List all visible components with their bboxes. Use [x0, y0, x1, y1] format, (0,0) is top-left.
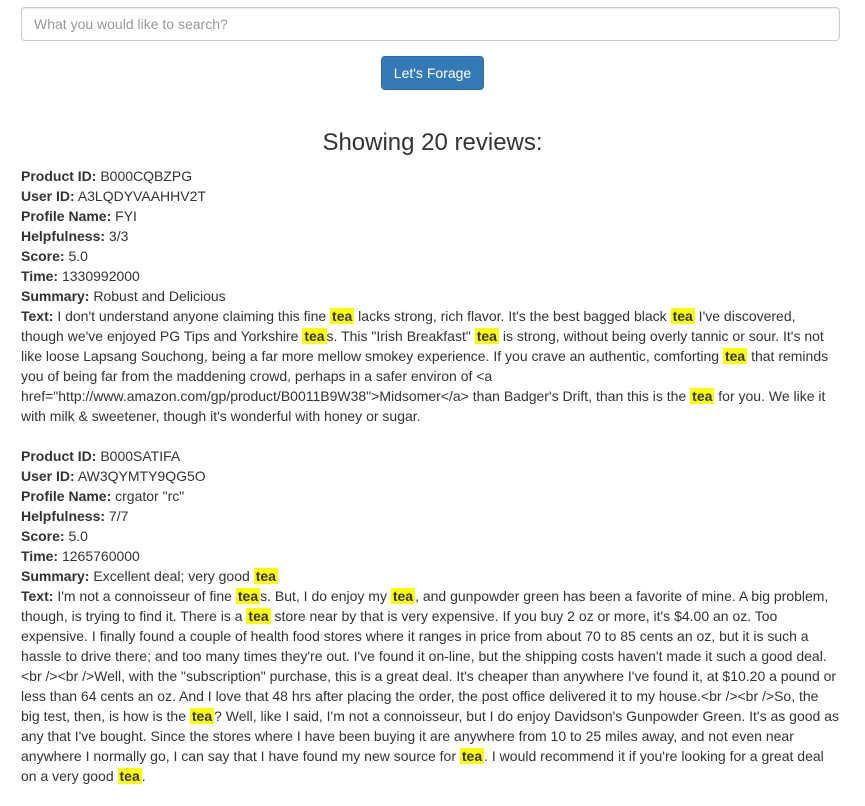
user-id-label: User ID:	[21, 188, 75, 204]
helpfulness-value: 7/7	[108, 508, 129, 524]
button-row: Let's Forage	[0, 56, 865, 90]
reviews-list: Product ID: B000CQBZPG User ID: A3LQDYVA…	[21, 166, 841, 806]
summary-label: Summary:	[21, 288, 90, 304]
search-term-highlight: tea	[459, 748, 485, 764]
time-row: Time: 1330992000	[21, 266, 841, 286]
time-row: Time: 1265760000	[21, 546, 841, 566]
user-id-row: User ID: AW3QYMTY9QG5O	[21, 466, 841, 486]
user-id-value: A3LQDYVAAHHV2T	[77, 188, 206, 204]
search-term-highlight: tea	[670, 308, 695, 324]
text-label: Text:	[21, 308, 54, 324]
text-label: Text:	[21, 588, 54, 604]
search-input[interactable]	[21, 7, 840, 41]
score-label: Score:	[21, 528, 65, 544]
search-term-highlight: tea	[117, 768, 142, 784]
search-bar	[21, 7, 840, 41]
summary-value: Robust and Delicious	[93, 288, 226, 304]
score-label: Score:	[21, 248, 65, 264]
review-text: I don't understand anyone claiming this …	[21, 308, 829, 424]
product-id-row: Product ID: B000SATIFA	[21, 446, 841, 466]
summary-row: Summary: Robust and Delicious	[21, 286, 841, 306]
search-term-highlight: tea	[235, 588, 261, 604]
search-term-highlight: tea	[474, 328, 499, 344]
score-value: 5.0	[68, 248, 88, 264]
user-id-label: User ID:	[21, 468, 75, 484]
search-term-highlight: tea	[330, 308, 355, 324]
time-label: Time:	[21, 268, 59, 284]
helpfulness-label: Helpfulness:	[21, 228, 106, 244]
results-heading: Showing 20 reviews:	[322, 129, 543, 156]
product-id-label: Product ID:	[21, 448, 97, 464]
time-value: 1265760000	[61, 548, 140, 564]
profile-name-label: Profile Name:	[21, 208, 112, 224]
text-row: Text: I don't understand anyone claiming…	[21, 306, 841, 426]
review-item: Product ID: B000CQBZPG User ID: A3LQDYVA…	[21, 166, 841, 426]
profile-name-row: Profile Name: FYI	[21, 206, 841, 226]
search-term-highlight: tea	[390, 588, 416, 604]
profile-name-value: crgator "rc"	[115, 488, 185, 504]
helpfulness-row: Helpfulness: 3/3	[21, 226, 841, 246]
search-term-highlight: tea	[246, 608, 271, 624]
time-label: Time:	[21, 548, 59, 564]
search-term-highlight: tea	[302, 328, 327, 344]
score-row: Score: 5.0	[21, 526, 841, 546]
search-term-highlight: tea	[189, 708, 215, 724]
text-row: Text: I'm not a connoisseur of fine tea s…	[21, 586, 841, 786]
score-value: 5.0	[68, 528, 88, 544]
profile-name-label: Profile Name:	[21, 488, 112, 504]
summary-value: Excellent deal; very good tea	[93, 568, 278, 584]
summary-row: Summary: Excellent deal; very good tea	[21, 566, 841, 586]
helpfulness-value: 3/3	[108, 228, 129, 244]
lets-forage-button[interactable]: Let's Forage	[380, 56, 485, 90]
summary-label: Summary:	[21, 568, 90, 584]
review-text: I'm not a connoisseur of fine tea s. But,…	[21, 588, 839, 784]
profile-name-value: FYI	[115, 208, 137, 224]
search-term-highlight: tea	[722, 348, 748, 364]
product-id-label: Product ID:	[21, 168, 97, 184]
helpfulness-row: Helpfulness: 7/7	[21, 506, 841, 526]
product-id-value: B000SATIFA	[100, 448, 181, 464]
product-id-value: B000CQBZPG	[100, 168, 193, 184]
profile-name-row: Profile Name: crgator "rc"	[21, 486, 841, 506]
score-row: Score: 5.0	[21, 246, 841, 266]
search-term-highlight: tea	[253, 568, 278, 584]
user-id-value: AW3QYMTY9QG5O	[77, 468, 206, 484]
product-id-row: Product ID: B000CQBZPG	[21, 166, 841, 186]
helpfulness-label: Helpfulness:	[21, 508, 106, 524]
review-item: Product ID: B000SATIFA User ID: AW3QYMTY…	[21, 446, 841, 786]
search-term-highlight: tea	[690, 388, 715, 404]
user-id-row: User ID: A3LQDYVAAHHV2T	[21, 186, 841, 206]
time-value: 1330992000	[61, 268, 140, 284]
